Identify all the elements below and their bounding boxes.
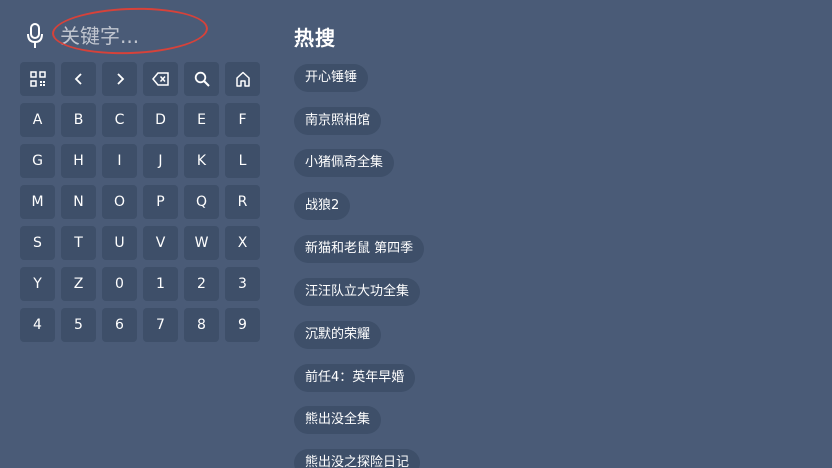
key-j[interactable]: J xyxy=(143,144,178,178)
key-p[interactable]: P xyxy=(143,185,178,219)
key-h[interactable]: H xyxy=(61,144,96,178)
hot-search-item[interactable]: 战狼2 xyxy=(294,192,351,220)
hot-search-item[interactable]: 开心锤锤 xyxy=(294,64,369,92)
key-t[interactable]: T xyxy=(61,226,96,260)
cursor-left-key[interactable] xyxy=(61,62,96,96)
key-b[interactable]: B xyxy=(61,103,96,137)
key-1[interactable]: 1 xyxy=(143,267,178,301)
hot-search-item[interactable]: 熊出没之探险日记 xyxy=(294,449,421,468)
hot-search-item[interactable]: 小猪佩奇全集 xyxy=(294,149,395,177)
hot-search-item[interactable]: 熊出没全集 xyxy=(294,406,382,434)
key-6[interactable]: 6 xyxy=(102,308,137,342)
chevron-left-icon xyxy=(73,72,85,86)
key-y[interactable]: Y xyxy=(20,267,55,301)
hot-search-item[interactable]: 新猫和老鼠 第四季 xyxy=(294,235,425,263)
search-input[interactable] xyxy=(60,18,208,54)
key-k[interactable]: K xyxy=(184,144,219,178)
hot-search-item[interactable]: 南京照相馆 xyxy=(294,107,382,135)
key-q[interactable]: Q xyxy=(184,185,219,219)
home-icon xyxy=(235,71,251,87)
key-o[interactable]: O xyxy=(102,185,137,219)
key-s[interactable]: S xyxy=(20,226,55,260)
key-e[interactable]: E xyxy=(184,103,219,137)
key-r[interactable]: R xyxy=(225,185,260,219)
key-g[interactable]: G xyxy=(20,144,55,178)
key-4[interactable]: 4 xyxy=(20,308,55,342)
search-key[interactable] xyxy=(184,62,219,96)
key-3[interactable]: 3 xyxy=(225,267,260,301)
hot-search-title: 热搜 xyxy=(294,26,336,50)
hot-search-item[interactable]: 汪汪队立大功全集 xyxy=(294,278,421,306)
home-key[interactable] xyxy=(225,62,260,96)
backspace-key[interactable] xyxy=(143,62,178,96)
key-c[interactable]: C xyxy=(102,103,137,137)
key-d[interactable]: D xyxy=(143,103,178,137)
hot-search-item[interactable]: 沉默的荣耀 xyxy=(294,321,382,349)
key-m[interactable]: M xyxy=(20,185,55,219)
key-2[interactable]: 2 xyxy=(184,267,219,301)
key-v[interactable]: V xyxy=(143,226,178,260)
key-n[interactable]: N xyxy=(61,185,96,219)
key-i[interactable]: I xyxy=(102,144,137,178)
chevron-right-icon xyxy=(114,72,126,86)
search-icon xyxy=(194,71,210,87)
key-5[interactable]: 5 xyxy=(61,308,96,342)
key-8[interactable]: 8 xyxy=(184,308,219,342)
key-7[interactable]: 7 xyxy=(143,308,178,342)
hot-search-item[interactable]: 前任4：英年早婚 xyxy=(294,364,416,392)
key-0[interactable]: 0 xyxy=(102,267,137,301)
on-screen-keyboard: A B C D E F G H I J K L M N O P Q R S T … xyxy=(20,62,264,342)
hot-search-list: 开心锤锤 南京照相馆 小猪佩奇全集 战狼2 新猫和老鼠 第四季 汪汪队立大功全集… xyxy=(294,62,794,468)
search-bar xyxy=(24,16,208,56)
backspace-icon xyxy=(151,72,170,86)
key-9[interactable]: 9 xyxy=(225,308,260,342)
key-x[interactable]: X xyxy=(225,226,260,260)
key-u[interactable]: U xyxy=(102,226,137,260)
key-l[interactable]: L xyxy=(225,144,260,178)
qr-code-icon xyxy=(29,71,46,87)
qr-code-key[interactable] xyxy=(20,62,55,96)
key-w[interactable]: W xyxy=(184,226,219,260)
key-a[interactable]: A xyxy=(20,103,55,137)
key-f[interactable]: F xyxy=(225,103,260,137)
key-z[interactable]: Z xyxy=(61,267,96,301)
microphone-icon[interactable] xyxy=(24,22,46,50)
cursor-right-key[interactable] xyxy=(102,62,137,96)
